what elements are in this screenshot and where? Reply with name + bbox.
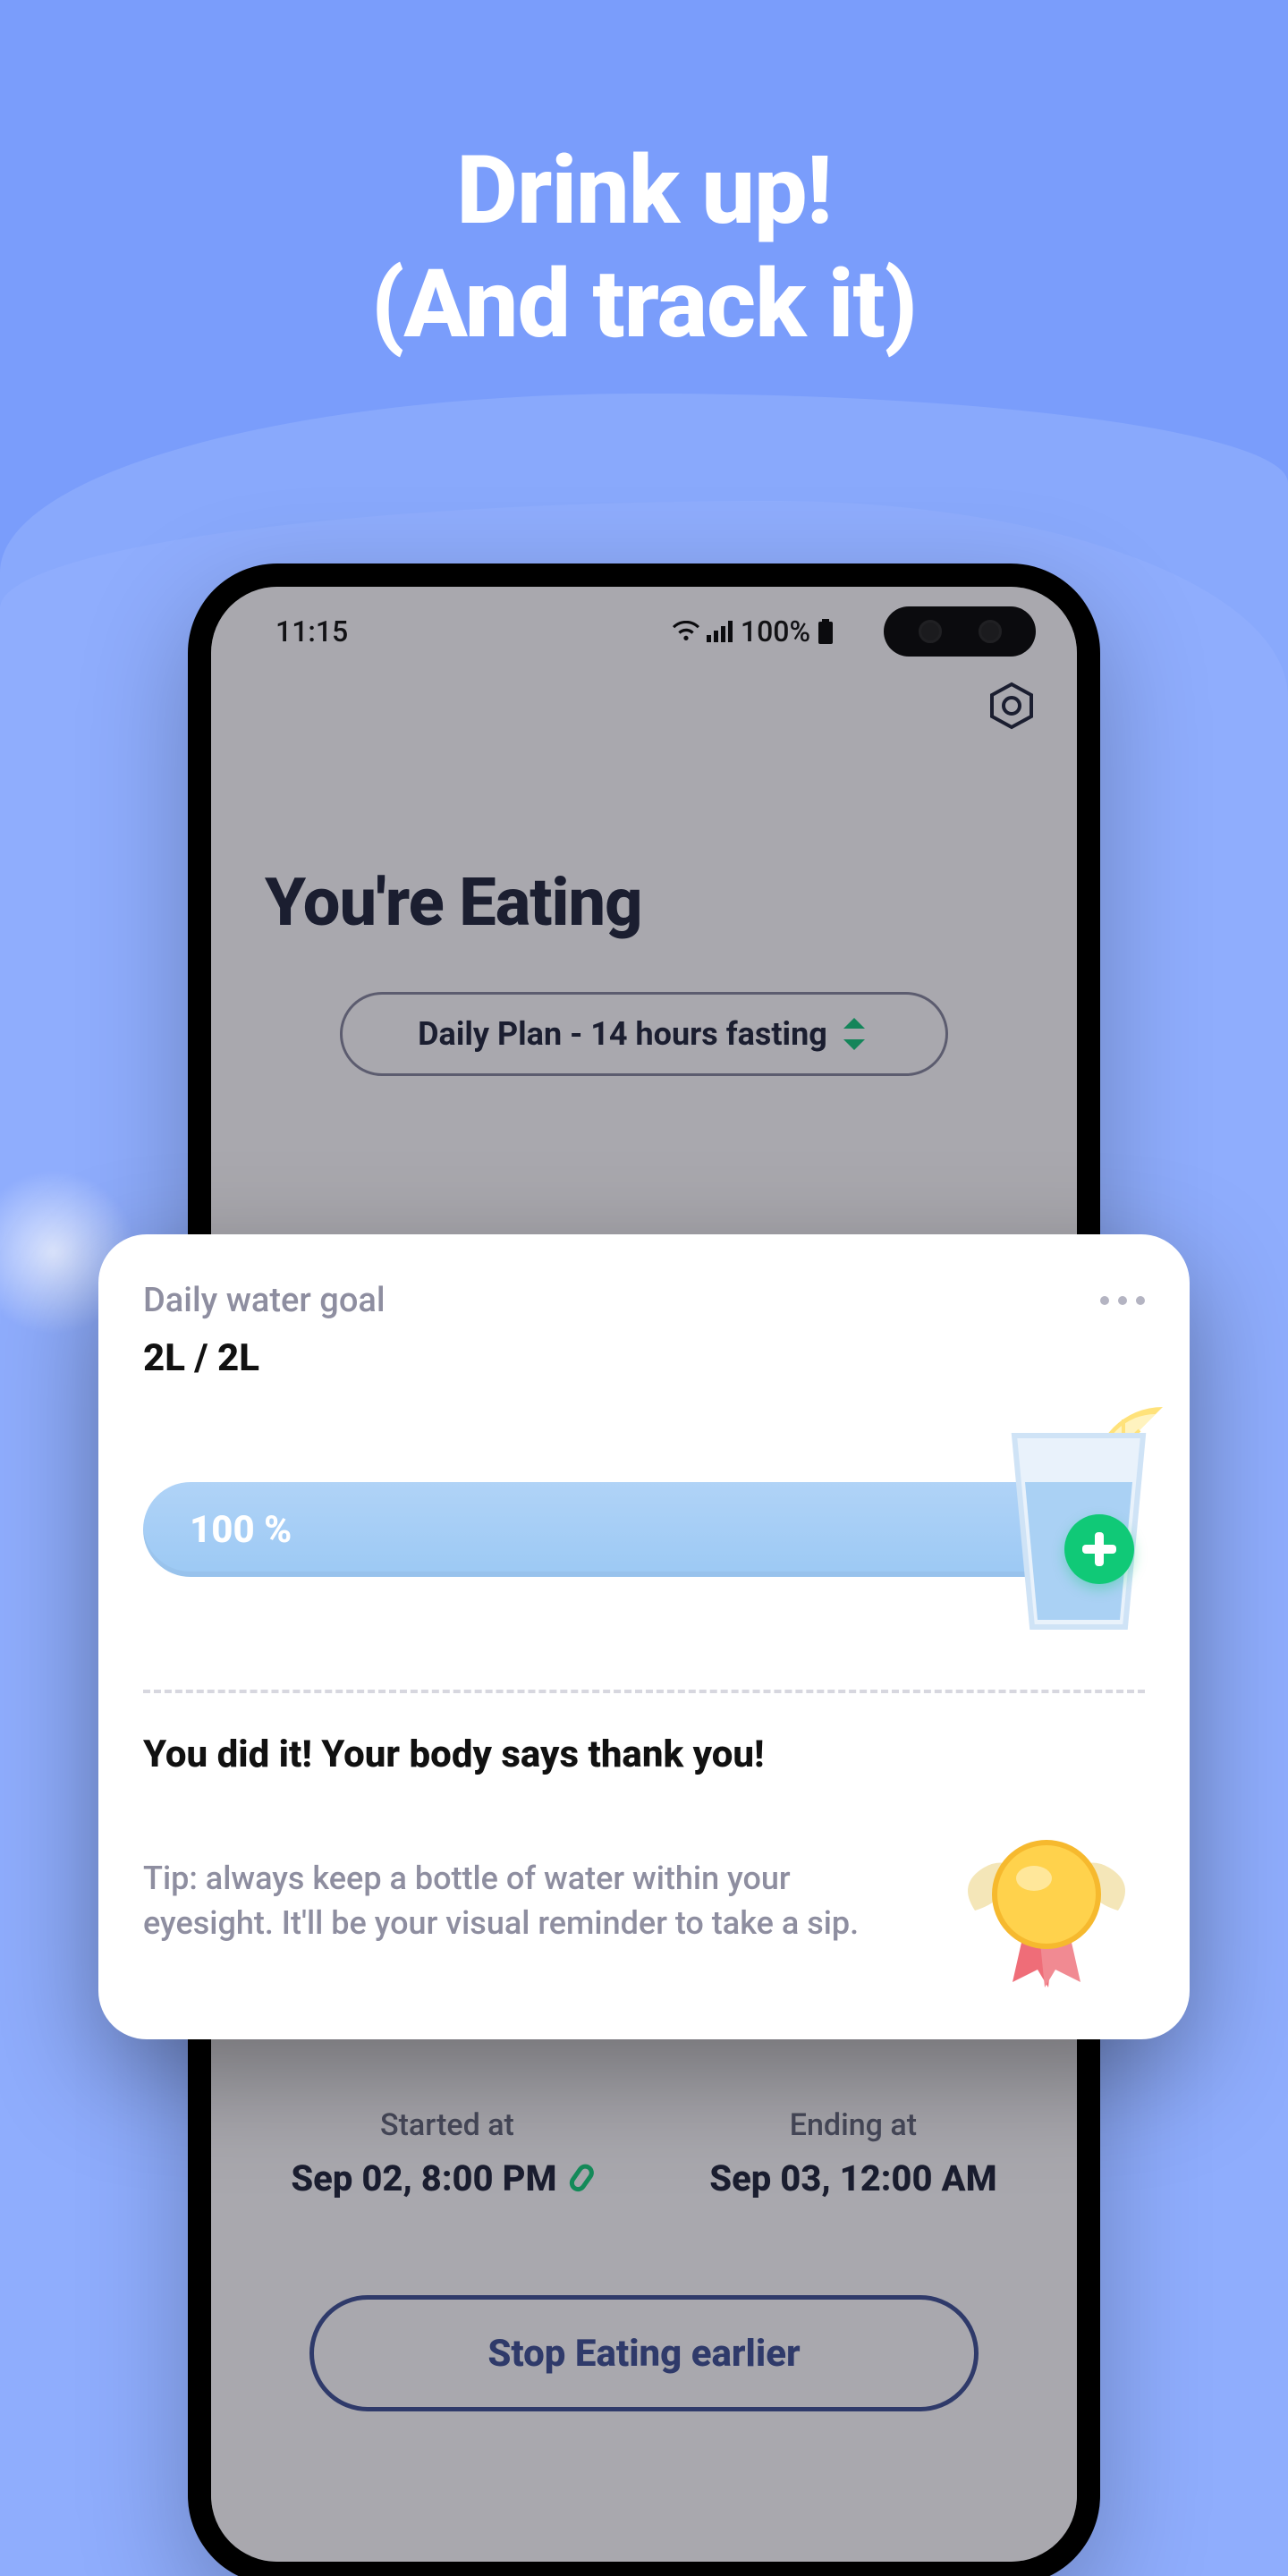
stop-eating-button[interactable]: Stop Eating earlier [309, 2295, 979, 2411]
stop-eating-label: Stop Eating earlier [487, 2332, 800, 2376]
add-water-button[interactable] [1064, 1514, 1134, 1584]
dot-icon [1136, 1296, 1145, 1305]
water-goal-value: 2L / 2L [143, 1336, 1145, 1380]
plan-selector[interactable]: Daily Plan - 14 hours fasting [340, 992, 948, 1076]
water-goal-label: Daily water goal [143, 1281, 386, 1320]
more-menu-button[interactable] [1100, 1296, 1145, 1305]
dot-icon [1100, 1296, 1109, 1305]
started-at-text: Sep 02, 8:00 PM [291, 2157, 556, 2199]
ending-at-block: Ending at Sep 03, 12:00 AM [709, 2107, 996, 2199]
medal-icon [948, 1812, 1145, 1991]
promo-headline-line-1: Drink up! [0, 134, 1288, 248]
tip-text: Tip: always keep a bottle of water withi… [143, 1857, 925, 1945]
congrats-message: You did it! Your body says thank you! [143, 1733, 1145, 1776]
plan-label: Daily Plan - 14 hours fasting [418, 1015, 827, 1053]
water-goal-card: Daily water goal 2L / 2L 100 % You did i… [98, 1234, 1190, 2039]
page-title: You're Eating [211, 739, 1077, 942]
started-at-block: Started at Sep 02, 8:00 PM [291, 2107, 603, 2199]
water-progress-text: 100 % [190, 1508, 292, 1552]
chevron-up-down-icon [843, 1018, 870, 1050]
water-progress: 100 % [143, 1452, 1145, 1631]
promo-headline: Drink up! (And track it) [0, 134, 1288, 361]
times-row: Started at Sep 02, 8:00 PM Ending at Sep… [211, 2107, 1077, 2199]
started-at-label: Started at [291, 2107, 603, 2143]
water-progress-bar: 100 % [143, 1482, 1082, 1577]
edit-icon [568, 2161, 604, 2197]
ending-at-value: Sep 03, 12:00 AM [709, 2157, 996, 2199]
dot-icon [1118, 1296, 1127, 1305]
started-at-value[interactable]: Sep 02, 8:00 PM [291, 2157, 603, 2199]
ending-at-text: Sep 03, 12:00 AM [709, 2157, 996, 2199]
promo-background: Drink up! (And track it) 11:15 100% [0, 0, 1288, 2576]
promo-headline-line-2: (And track it) [0, 248, 1288, 361]
divider [143, 1690, 1145, 1693]
ending-at-label: Ending at [709, 2107, 996, 2143]
